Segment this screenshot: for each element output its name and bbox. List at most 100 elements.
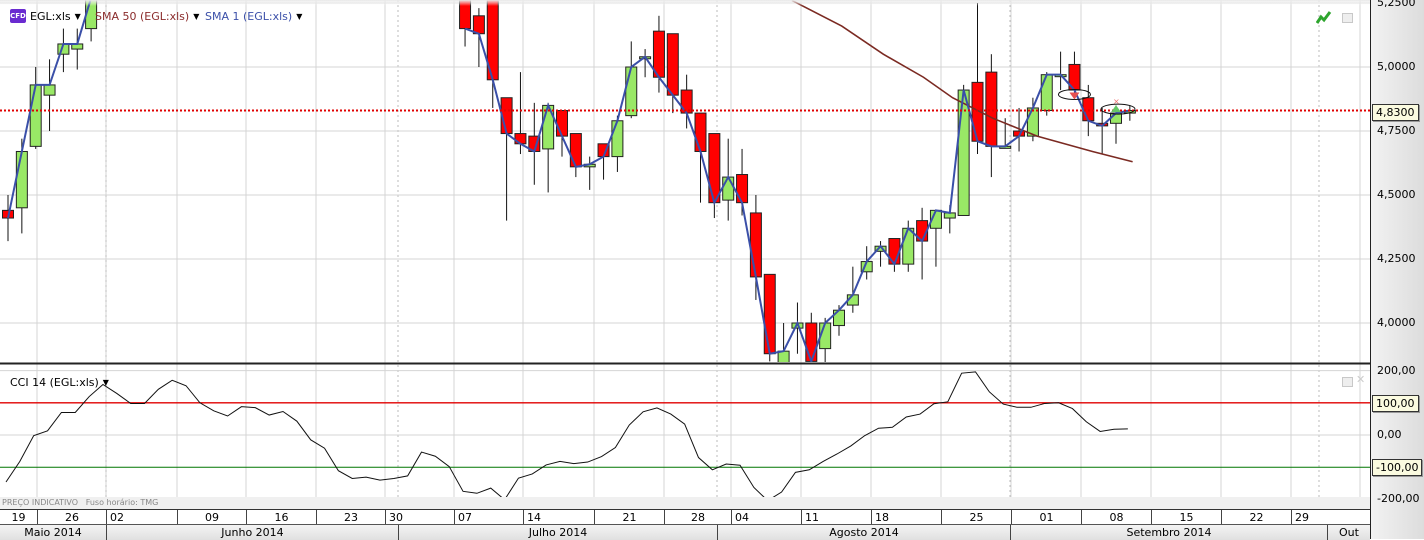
candle-body-down bbox=[749, 212, 762, 278]
candle[interactable] bbox=[569, 133, 582, 178]
week-label[interactable]: 08 bbox=[1081, 510, 1151, 525]
month-label[interactable]: Junho 2014 bbox=[106, 525, 398, 540]
candle-body-up bbox=[777, 350, 790, 362]
month-label[interactable]: Maio 2014 bbox=[0, 525, 106, 540]
instrument-legend[interactable]: CFD EGL:xls ▼ bbox=[10, 9, 81, 23]
close-panel-icon[interactable]: ✕ bbox=[1356, 373, 1365, 386]
chevron-down-icon[interactable]: ▼ bbox=[103, 378, 109, 387]
candle-body-up bbox=[1026, 107, 1039, 137]
price-tick-label: 4,0000 bbox=[1377, 316, 1416, 329]
week-label[interactable]: 28 bbox=[664, 510, 731, 525]
week-label[interactable]: 29 bbox=[1291, 510, 1360, 525]
week-label[interactable]: 22 bbox=[1221, 510, 1291, 525]
restore-panel-icon[interactable] bbox=[1342, 377, 1353, 387]
candle[interactable] bbox=[459, 0, 472, 47]
week-label[interactable]: 07 bbox=[454, 510, 523, 525]
week-label[interactable]: 16 bbox=[246, 510, 316, 525]
date-axis-months[interactable]: Maio 2014 Junho 2014 Julho 2014 Agosto 2014… bbox=[0, 524, 1370, 540]
week-label[interactable]: 19 bbox=[0, 510, 37, 525]
restore-panel-icon[interactable] bbox=[1342, 13, 1353, 23]
candle-body-down bbox=[985, 71, 998, 147]
week-label[interactable]: 15 bbox=[1151, 510, 1221, 525]
price-panel[interactable]: × bbox=[0, 0, 1370, 364]
candle[interactable] bbox=[528, 102, 541, 185]
price-tick-label: 5,2500 bbox=[1377, 0, 1416, 9]
month-label[interactable]: Agosto 2014 bbox=[717, 525, 1010, 540]
candle[interactable] bbox=[71, 28, 84, 70]
chevron-down-icon[interactable]: ▼ bbox=[193, 12, 199, 21]
candle-body-up bbox=[902, 227, 915, 265]
footer-band bbox=[0, 497, 1370, 509]
week-label[interactable]: 11 bbox=[801, 510, 871, 525]
month-label[interactable]: Julho 2014 bbox=[398, 525, 717, 540]
week-label[interactable]: 30 bbox=[385, 510, 454, 525]
cci-legend[interactable]: CCI 14 (EGL:xls) ▼ bbox=[10, 375, 109, 389]
candle[interactable] bbox=[57, 28, 70, 73]
buy-arrow-icon bbox=[1111, 105, 1121, 113]
cci-lower-tag: -100,00 bbox=[1372, 459, 1423, 476]
week-label[interactable]: 02 bbox=[106, 510, 177, 525]
sma50-label[interactable]: SMA 50 (EGL:xls) bbox=[95, 10, 189, 23]
month-label[interactable]: Out bbox=[1327, 525, 1370, 540]
candle[interactable] bbox=[722, 138, 735, 221]
candle[interactable] bbox=[916, 207, 929, 280]
candle[interactable] bbox=[611, 115, 624, 172]
sma1-label[interactable]: SMA 1 (EGL:xls) bbox=[205, 10, 292, 23]
week-label[interactable]: 26 bbox=[37, 510, 106, 525]
chart-canvas[interactable]: × bbox=[0, 0, 1424, 539]
price-tick-label: 4,7500 bbox=[1377, 124, 1416, 137]
cci-line[interactable] bbox=[5, 371, 1128, 501]
cfd-badge-icon: CFD bbox=[10, 9, 26, 23]
cci-tick-label: 200,00 bbox=[1377, 363, 1416, 377]
cci-tick-label: 0,00 bbox=[1377, 428, 1402, 441]
indicative-price-note: PREÇO INDICATIVO bbox=[2, 498, 79, 507]
candle[interactable] bbox=[971, 3, 984, 155]
week-label[interactable]: 01 bbox=[1011, 510, 1081, 525]
candle[interactable] bbox=[749, 195, 762, 300]
candle[interactable] bbox=[1054, 51, 1067, 91]
chevron-down-icon[interactable]: ▼ bbox=[75, 12, 81, 21]
cci-label[interactable]: CCI 14 (EGL:xls) bbox=[10, 376, 99, 389]
candle[interactable] bbox=[694, 112, 707, 203]
price-tick-label: 4,5000 bbox=[1377, 188, 1416, 201]
cci-tick-label: -200,00 bbox=[1377, 492, 1420, 506]
candle[interactable] bbox=[805, 312, 818, 364]
candle[interactable] bbox=[556, 110, 568, 157]
month-label[interactable]: Setembro 2014 bbox=[1010, 525, 1327, 540]
week-label[interactable]: 23 bbox=[316, 510, 385, 525]
candle-body-down bbox=[666, 33, 679, 96]
week-label[interactable]: 18 bbox=[871, 510, 941, 525]
last-price-tag: 4,8300 bbox=[1372, 104, 1419, 121]
candle-body-up bbox=[957, 89, 970, 216]
close-signal-icon[interactable]: × bbox=[1113, 97, 1120, 106]
week-label[interactable]: 09 bbox=[177, 510, 246, 525]
candle[interactable] bbox=[708, 133, 721, 219]
date-axis-weeks[interactable]: 19 26 02 09 16 23 30 07 14 21 28 04 11 18 25 01 08 15 22 29 bbox=[0, 509, 1370, 525]
week-label[interactable]: 25 bbox=[941, 510, 1011, 525]
candle-body-up bbox=[15, 150, 28, 209]
chevron-down-icon[interactable]: ▼ bbox=[296, 12, 302, 21]
week-label[interactable]: 04 bbox=[731, 510, 801, 525]
candle-body-up bbox=[1040, 74, 1053, 112]
week-label[interactable]: 14 bbox=[523, 510, 594, 525]
cci-panel[interactable] bbox=[0, 371, 1370, 501]
candle-body-down bbox=[708, 133, 721, 204]
trend-chart-icon[interactable] bbox=[1316, 10, 1332, 24]
candle-body-down bbox=[694, 112, 707, 152]
candle-body-up bbox=[611, 120, 624, 158]
week-label[interactable]: 21 bbox=[594, 510, 664, 525]
candle[interactable] bbox=[1040, 72, 1053, 116]
panel-top-shade bbox=[0, 0, 1370, 6]
candle[interactable] bbox=[43, 59, 56, 131]
candle-body-down bbox=[1082, 97, 1095, 122]
price-tick-label: 5,0000 bbox=[1377, 60, 1416, 73]
candle-body-down bbox=[472, 15, 485, 35]
candle-body-up bbox=[43, 84, 56, 96]
candle[interactable] bbox=[680, 74, 693, 129]
instrument-name[interactable]: EGL:xls bbox=[30, 10, 71, 23]
sma50-legend[interactable]: SMA 50 (EGL:xls) ▼ bbox=[95, 9, 199, 23]
candle[interactable] bbox=[472, 8, 485, 67]
sma1-legend[interactable]: SMA 1 (EGL:xls) ▼ bbox=[205, 9, 302, 23]
price-tick-label: 4,2500 bbox=[1377, 252, 1416, 265]
candle[interactable] bbox=[846, 266, 859, 313]
